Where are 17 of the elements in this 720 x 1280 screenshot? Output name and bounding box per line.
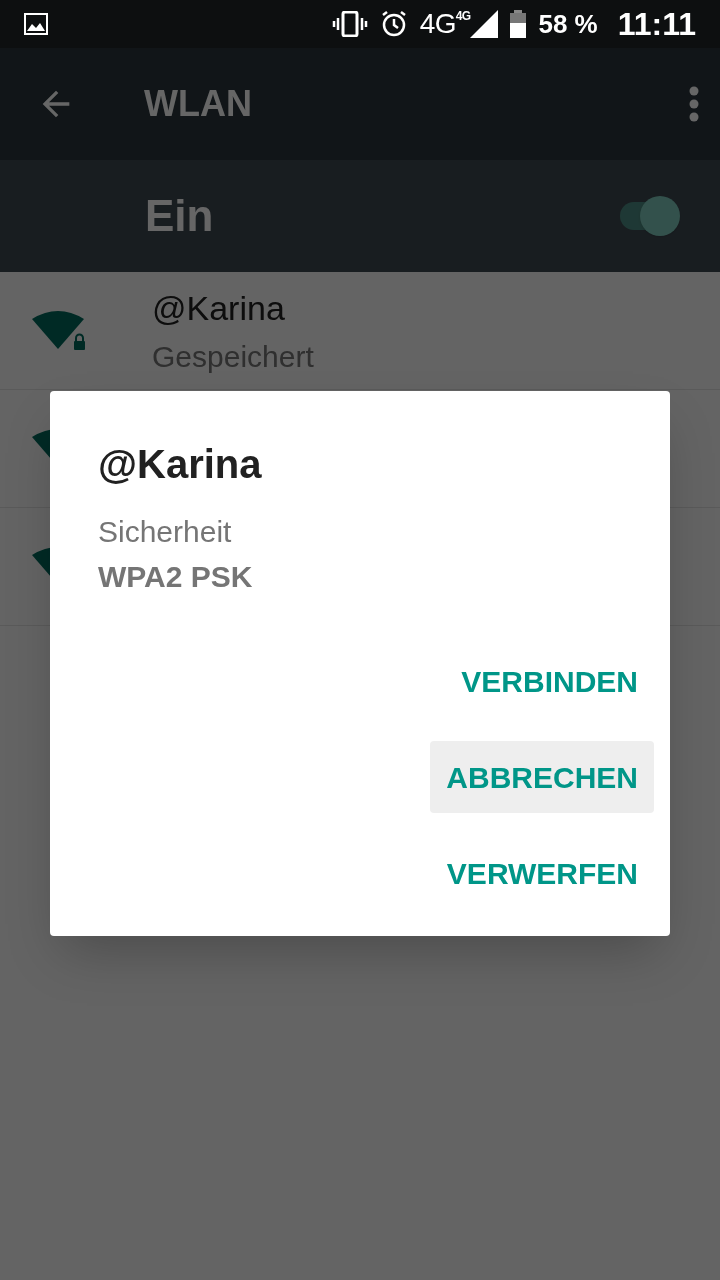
battery-percent: 58 %	[538, 7, 598, 41]
clock: 11:11	[617, 5, 696, 44]
signal-icon	[470, 10, 499, 38]
network-name[interactable]: @Karina	[152, 282, 314, 334]
dialog-button[interactable]: ABBRECHEN	[430, 741, 654, 813]
battery-icon	[510, 10, 527, 38]
more-options-icon[interactable]	[688, 86, 700, 122]
security-label: Sicherheit	[98, 514, 233, 550]
vibrate-icon	[331, 11, 368, 37]
switch-label: Ein	[145, 190, 214, 242]
image-icon	[24, 13, 48, 35]
dialog-button[interactable]: VERBINDEN	[445, 645, 654, 717]
toolbar-title: WLAN	[144, 82, 252, 126]
security-value: WPA2 PSK	[98, 559, 254, 595]
network-type-small: 4G	[455, 10, 471, 22]
dialog-title: @Karina	[98, 441, 263, 488]
dialog-button[interactable]: VERWERFEN	[430, 837, 654, 909]
